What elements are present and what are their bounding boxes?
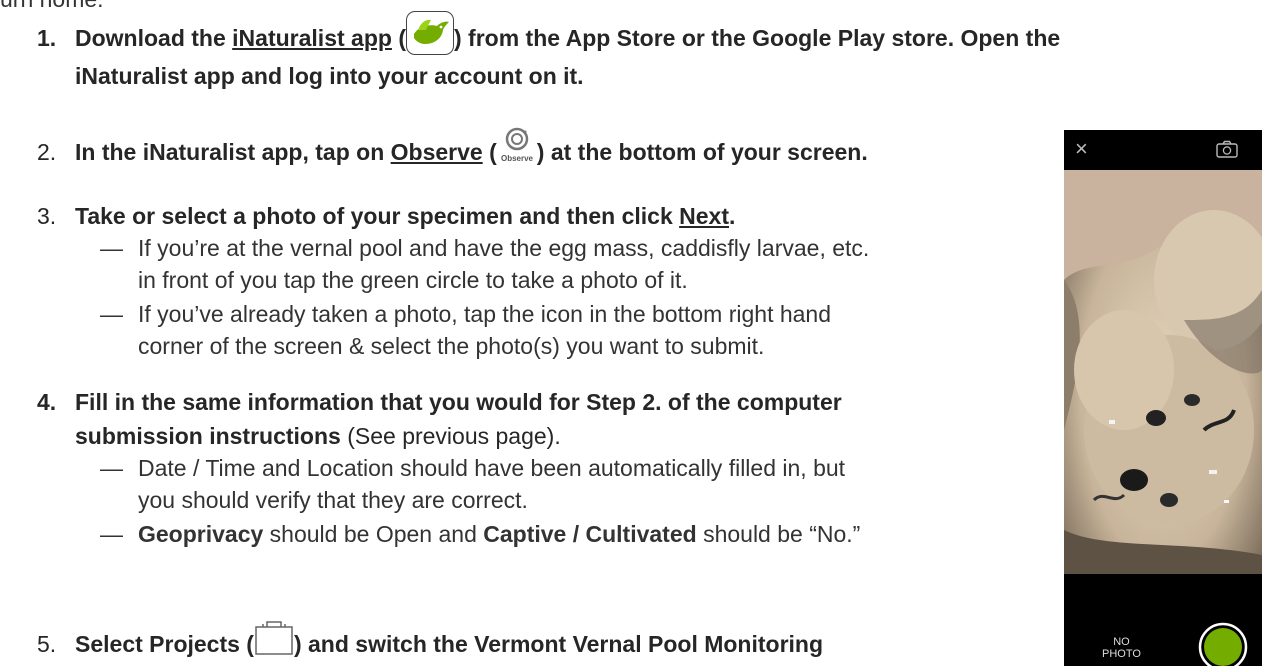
step-4-line-1: Fill in the same information that you wo…: [75, 389, 842, 415]
step-3-bullet-1-cont: in front of you tap the green circle to …: [138, 267, 688, 293]
inaturalist-bird-icon: [406, 10, 454, 55]
next-link[interactable]: Next: [679, 203, 729, 229]
step-4-bullet-1: — Date / Time and Location should have be…: [100, 455, 846, 481]
step-3-bullet-1: — If you’re at the vernal pool and have t…: [100, 235, 870, 261]
page-fragment-text: urn home.: [0, 0, 104, 13]
step-1-line-2: iNaturalist app and log into your accoun…: [75, 63, 584, 89]
close-icon: ×: [1075, 136, 1088, 161]
inaturalist-app-link[interactable]: iNaturalist app: [232, 25, 392, 51]
phone-camera-screenshot: × NO PHOTO: [1064, 130, 1262, 666]
observe-icon-label: Observe: [501, 154, 534, 163]
step-4-bullet-2: — Geoprivacy should be Open and Captive /…: [100, 521, 861, 547]
observe-camera-icon: Observe: [497, 125, 537, 165]
specimen-photo: [1064, 170, 1262, 574]
step-3-number: 3.: [37, 203, 57, 229]
step-3-bullet-2: — If you’ve already taken a photo, tap th…: [100, 301, 832, 327]
step-4-number: 4.: [37, 389, 57, 415]
step-4-bullet-1-cont: you should verify that they are correct.: [138, 487, 528, 513]
step-1-number: 1.: [37, 25, 57, 51]
shutter-button[interactable]: [1198, 622, 1248, 666]
step-5-line: Select Projects () and switch the Vermon…: [75, 621, 823, 660]
step-5-number: 5.: [37, 631, 57, 657]
observe-link[interactable]: Observe: [391, 139, 483, 165]
projects-briefcase-icon: [254, 618, 294, 656]
step-2-line: In the iNaturalist app, tap on Observe (…: [75, 125, 868, 168]
step-3-bullet-2-cont: corner of the screen & select the photo(…: [138, 333, 765, 359]
step-2-number: 2.: [37, 139, 57, 165]
camera-flip-icon: [1216, 140, 1238, 163]
step-3-line: Take or select a photo of your specimen …: [75, 203, 736, 229]
step-4-line-2: submission instructions (See previous pa…: [75, 423, 561, 449]
no-photo-label: NO PHOTO: [1102, 636, 1141, 660]
step-1-line-1: Download the iNaturalist app () from the…: [75, 10, 1060, 55]
